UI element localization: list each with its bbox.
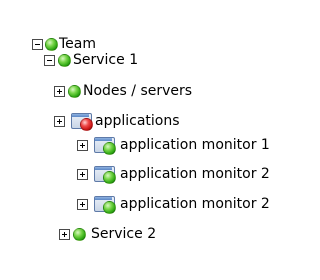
tree-node-applications[interactable]: applications (54, 111, 180, 131)
node-label: application monitor 2 (120, 166, 270, 182)
node-label: applications (95, 113, 180, 129)
tree-node-application-monitor[interactable]: application monitor 2 (77, 164, 270, 184)
expand-toggle-icon[interactable] (77, 198, 88, 210)
expand-toggle-icon[interactable] (54, 85, 65, 97)
application-window-icon (94, 136, 116, 155)
tree-node-service-1[interactable]: Service 1 (44, 51, 138, 69)
application-window-icon (71, 112, 93, 131)
collapse-toggle-icon[interactable] (44, 54, 55, 66)
application-window-icon (94, 195, 116, 214)
tree-node-application-monitor[interactable]: application monitor 2 (77, 194, 270, 214)
expand-toggle-icon[interactable] (59, 228, 70, 240)
expand-toggle-icon[interactable] (77, 168, 88, 180)
status-ok-icon (103, 141, 116, 155)
status-ok-icon (58, 53, 71, 67)
status-ok-icon (73, 227, 86, 241)
status-ok-icon (103, 200, 116, 214)
node-label: Nodes / servers (83, 83, 193, 99)
node-label: application monitor 2 (120, 196, 270, 212)
tree-node-application-monitor[interactable]: application monitor 1 (77, 135, 270, 155)
status-ok-icon (103, 170, 116, 184)
application-window-icon (94, 165, 116, 184)
status-ok-icon (68, 84, 81, 98)
node-label: Service 2 (91, 226, 157, 242)
status-ok-icon (45, 37, 58, 51)
node-label: application monitor 1 (120, 137, 270, 153)
node-label: Service 1 (73, 52, 139, 68)
collapse-toggle-icon[interactable] (32, 38, 43, 50)
status-error-icon (80, 117, 93, 131)
expand-toggle-icon[interactable] (54, 115, 65, 127)
tree-node-nodes-servers[interactable]: Nodes / servers (54, 82, 192, 100)
expand-toggle-icon[interactable] (77, 139, 88, 151)
tree-node-service-2[interactable]: Service 2 (59, 225, 156, 243)
